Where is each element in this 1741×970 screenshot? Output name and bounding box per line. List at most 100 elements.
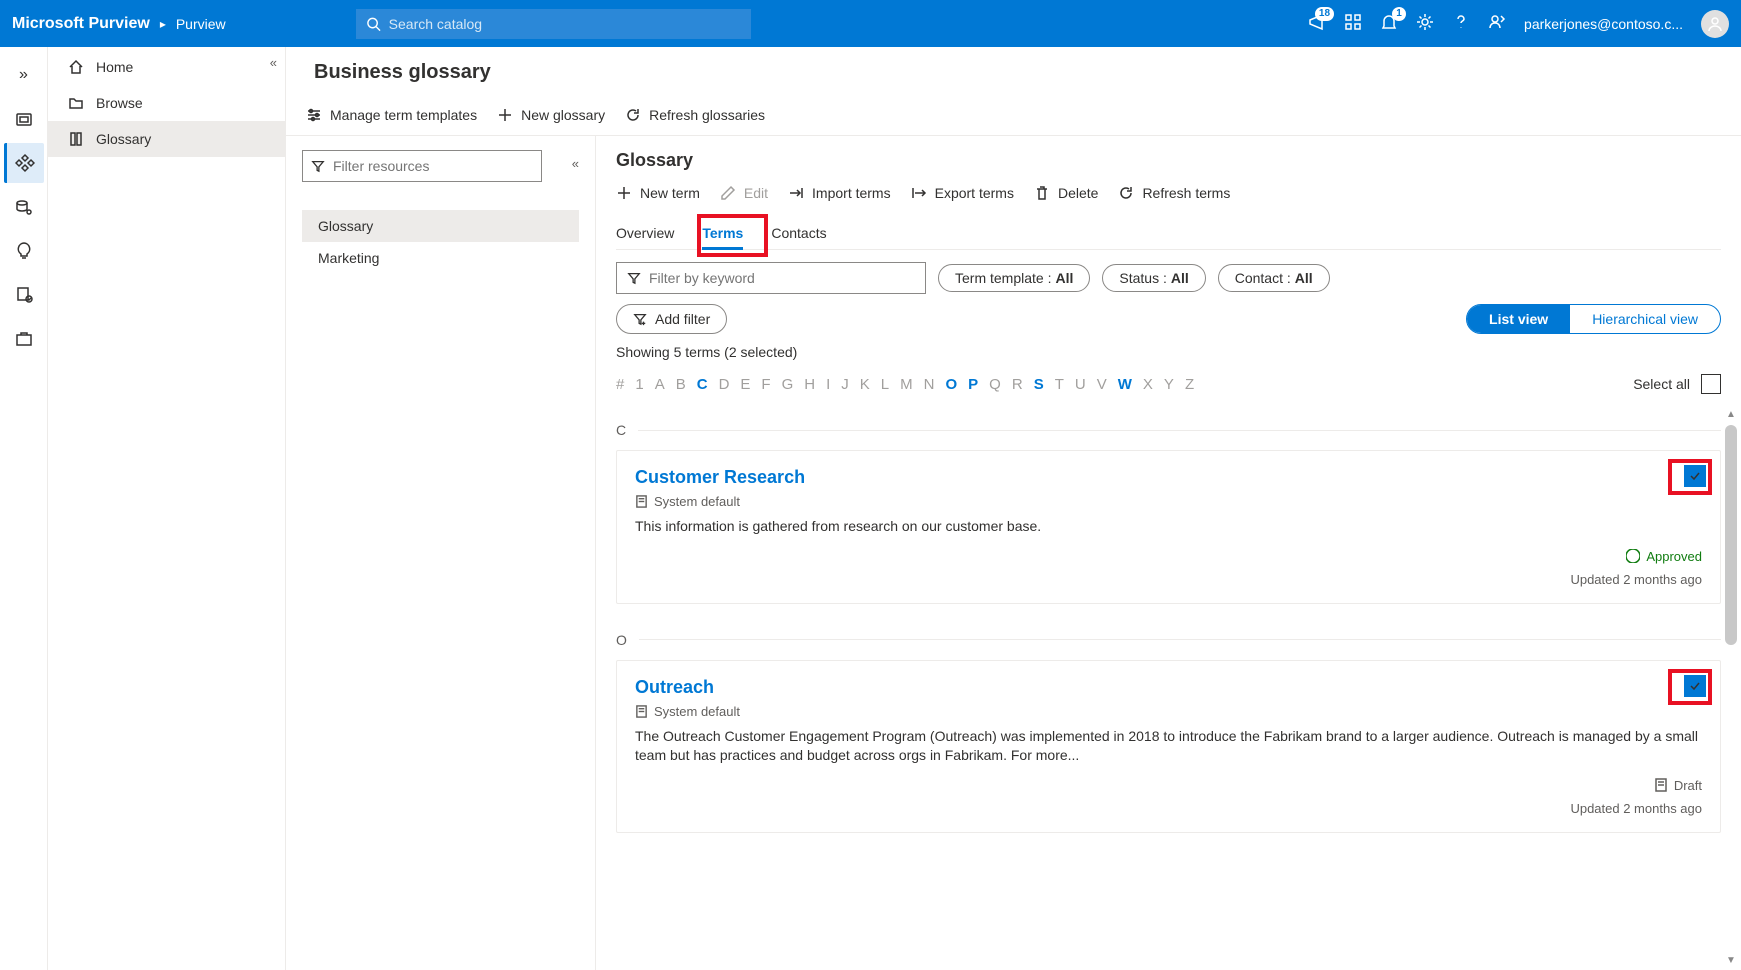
delete-button[interactable]: Delete — [1034, 185, 1098, 201]
main-area: Business glossary Manage term templates … — [286, 47, 1741, 970]
section-header: O — [616, 632, 1721, 648]
keyword-filter[interactable] — [616, 262, 926, 294]
announcements-badge: 18 — [1315, 7, 1334, 21]
template-filter[interactable]: Term template :All — [938, 264, 1090, 292]
sidebar-item-label: Glossary — [96, 131, 151, 147]
export-button[interactable]: Export terms — [911, 185, 1014, 201]
new-glossary-button[interactable]: New glossary — [497, 107, 605, 123]
resource-list: Glossary Marketing — [302, 210, 579, 274]
rail-sources[interactable] — [4, 99, 44, 139]
alpha-letter-D: D — [719, 376, 730, 393]
alpha-letter-N: N — [924, 376, 935, 393]
apps-icon[interactable] — [1344, 13, 1362, 34]
sidebar-item-glossary[interactable]: Glossary — [48, 121, 285, 157]
list-view-button[interactable]: List view — [1467, 305, 1570, 333]
alpha-letter-B: B — [676, 376, 686, 393]
tab-terms[interactable]: Terms — [702, 217, 743, 249]
alpha-letter-G: G — [782, 376, 794, 393]
glossary-panel: Glossary New term Edit Import terms — [596, 136, 1741, 970]
sidebar-item-label: Home — [96, 59, 133, 75]
rail-management[interactable] — [4, 319, 44, 359]
sidebar-collapse-icon[interactable]: « — [270, 55, 277, 70]
settings-icon[interactable] — [1416, 13, 1434, 34]
scroll-down-arrow[interactable]: ▼ — [1725, 955, 1737, 966]
alpha-letter-P[interactable]: P — [968, 376, 978, 393]
rail-policy[interactable] — [4, 275, 44, 315]
term-template: System default — [635, 704, 1702, 719]
home-icon — [68, 59, 84, 75]
alpha-letter-U: U — [1075, 376, 1086, 393]
header-right: 18 1 parkerjones@contoso.c... — [1308, 10, 1729, 38]
filter-resources[interactable] — [302, 150, 542, 182]
help-icon[interactable] — [1452, 13, 1470, 34]
sidebar-item-home[interactable]: Home — [48, 49, 285, 85]
term-template: System default — [635, 494, 1702, 509]
scrollbar-thumb[interactable] — [1725, 425, 1737, 645]
alpha-letter-Q: Q — [989, 376, 1001, 393]
import-button[interactable]: Import terms — [788, 185, 891, 201]
tab-contacts[interactable]: Contacts — [771, 217, 826, 249]
notifications-icon[interactable]: 1 — [1380, 13, 1398, 34]
user-email[interactable]: parkerjones@contoso.c... — [1524, 16, 1683, 32]
alpha-letter-X: X — [1143, 376, 1153, 393]
keyword-filter-input[interactable] — [649, 270, 915, 286]
page-title: Business glossary — [286, 47, 1741, 94]
new-term-button[interactable]: New term — [616, 185, 700, 201]
alpha-letter-O[interactable]: O — [945, 376, 957, 393]
view-toggle: List view Hierarchical view — [1466, 304, 1721, 334]
term-updated: Updated 2 months ago — [1570, 801, 1702, 816]
alpha-letter-W[interactable]: W — [1118, 376, 1132, 393]
resource-item-marketing[interactable]: Marketing — [302, 242, 579, 274]
add-filter-button[interactable]: Add filter — [616, 304, 727, 334]
scroll-up-arrow[interactable]: ▲ — [1725, 409, 1737, 420]
term-title[interactable]: Customer Research — [635, 467, 1702, 488]
select-all-checkbox[interactable] — [1701, 374, 1721, 394]
rail-catalog[interactable] — [4, 143, 44, 183]
user-avatar[interactable] — [1701, 10, 1729, 38]
term-checkbox[interactable] — [1684, 465, 1706, 487]
tab-overview[interactable]: Overview — [616, 217, 674, 249]
terms-list: CCustomer ResearchSystem defaultThis inf… — [596, 394, 1741, 861]
alpha-letter-Y: Y — [1164, 376, 1174, 393]
rail-insights[interactable] — [4, 231, 44, 271]
term-card[interactable]: Customer Research System default This info… — [616, 450, 1721, 604]
refresh-terms-button[interactable]: Refresh terms — [1118, 185, 1230, 201]
announcements-icon[interactable]: 18 — [1308, 13, 1326, 34]
sidebar-item-browse[interactable]: Browse — [48, 85, 285, 121]
refresh-icon — [625, 107, 641, 123]
catalog-search[interactable] — [356, 9, 751, 39]
contact-filter[interactable]: Contact :All — [1218, 264, 1330, 292]
feedback-icon[interactable] — [1488, 13, 1506, 34]
folder-icon — [68, 95, 84, 111]
term-title[interactable]: Outreach — [635, 677, 1702, 698]
search-icon — [366, 16, 381, 32]
chevron-right-icon: ▸ — [160, 17, 166, 31]
rail-data-map[interactable] — [4, 187, 44, 227]
refresh-icon — [1118, 185, 1134, 201]
glossary-header: Glossary New term Edit Import terms — [596, 136, 1741, 394]
pencil-icon — [720, 185, 736, 201]
rail-expand[interactable]: » — [4, 55, 44, 95]
import-icon — [788, 185, 804, 201]
trash-icon — [1034, 185, 1050, 201]
alpha-letter-S[interactable]: S — [1034, 376, 1044, 393]
term-checkbox[interactable] — [1684, 675, 1706, 697]
alpha-letter-M: M — [900, 376, 913, 393]
alpha-letter-A: A — [655, 376, 665, 393]
term-description: This information is gathered from resear… — [635, 517, 1702, 537]
alpha-letter-C[interactable]: C — [697, 376, 708, 393]
status-filter[interactable]: Status :All — [1102, 264, 1205, 292]
alpha-letter-I: I — [826, 376, 830, 393]
alpha-letter-#: # — [616, 376, 624, 393]
hierarchical-view-button[interactable]: Hierarchical view — [1570, 305, 1720, 333]
alpha-letter-J: J — [841, 376, 849, 393]
term-card[interactable]: OutreachSystem defaultThe Outreach Custo… — [616, 660, 1721, 833]
resource-item-glossary[interactable]: Glossary — [302, 210, 579, 242]
manage-templates-button[interactable]: Manage term templates — [306, 107, 477, 123]
filter-resources-input[interactable] — [333, 158, 533, 174]
catalog-search-input[interactable] — [389, 16, 741, 32]
breadcrumb-item[interactable]: Purview — [176, 16, 226, 32]
resources-collapse-icon[interactable]: « — [572, 156, 579, 171]
select-all-label[interactable]: Select all — [1633, 376, 1690, 392]
refresh-glossaries-button[interactable]: Refresh glossaries — [625, 107, 765, 123]
